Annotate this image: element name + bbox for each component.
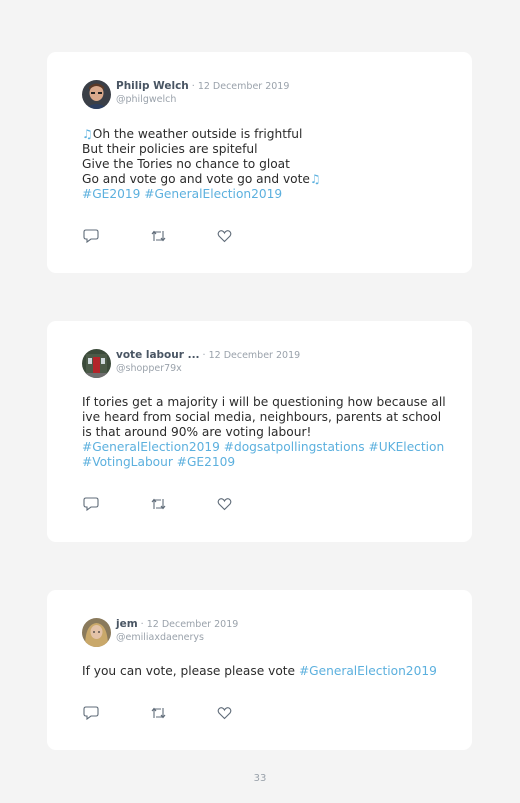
tweet-text: ♫Oh the weather outside is frightful But… <box>82 127 442 202</box>
tweet-text: If tories get a majority i will be quest… <box>82 395 446 470</box>
reply-button[interactable] <box>83 706 150 722</box>
tweet-actions <box>83 706 284 722</box>
retweet-icon <box>151 230 166 242</box>
tweet-line: Give the Tories no chance to gloat <box>82 157 290 171</box>
reply-icon <box>83 229 99 243</box>
retweet-button[interactable] <box>150 706 217 722</box>
like-button[interactable] <box>217 229 284 245</box>
avatar[interactable] <box>82 618 111 647</box>
tweet-line-text: Go and vote go and vote go and vote <box>82 172 310 186</box>
page-number: 33 <box>253 773 267 784</box>
like-button[interactable] <box>217 706 284 722</box>
like-icon <box>217 707 232 720</box>
tweet-line: Go and vote go and vote go and vote♫ <box>82 172 442 187</box>
author-handle[interactable]: @shopper79x <box>116 363 300 375</box>
author-name[interactable]: Philip Welch <box>116 79 189 93</box>
like-icon <box>217 498 232 511</box>
tweet-line: But their policies are spiteful <box>82 142 258 156</box>
tweet-header: vote labour ... · 12 December 2019 @shop… <box>82 348 300 378</box>
retweet-icon <box>151 498 166 510</box>
hashtag[interactable]: #GeneralElection2019 <box>299 664 437 678</box>
tweet-card: Philip Welch · 12 December 2019 @philgwe… <box>47 52 472 273</box>
tweet-line: If tories get a majority i will be quest… <box>82 395 446 409</box>
tweet-line: ♫Oh the weather outside is frightful <box>82 127 442 142</box>
tweet-header: Philip Welch · 12 December 2019 @philgwe… <box>82 79 289 109</box>
tweet-line-text: If you can vote, please please vote <box>82 664 299 678</box>
author-name[interactable]: vote labour ... <box>116 348 200 362</box>
music-note-icon: ♫ <box>82 127 93 141</box>
reply-button[interactable] <box>83 497 150 513</box>
like-icon <box>217 230 232 243</box>
tweet-card: jem · 12 December 2019 @emiliaxdaenerys … <box>47 590 472 750</box>
tweet-actions <box>83 497 284 513</box>
retweet-button[interactable] <box>150 229 217 245</box>
tweet-date[interactable]: · 12 December 2019 <box>192 80 290 94</box>
avatar[interactable] <box>82 349 111 378</box>
tweet-date[interactable]: · 12 December 2019 <box>141 618 239 632</box>
like-button[interactable] <box>217 497 284 513</box>
hashtags[interactable]: #GeneralElection2019 #dogsatpollingstati… <box>82 440 444 455</box>
tweet-actions <box>83 229 284 245</box>
tweet-line: is that around 90% are voting labour! <box>82 425 312 439</box>
tweet-header: jem · 12 December 2019 @emiliaxdaenerys <box>82 617 238 647</box>
reply-button[interactable] <box>83 229 150 245</box>
hashtags[interactable]: #GE2019 #GeneralElection2019 <box>82 187 442 202</box>
tweet-line: ive heard from social media, neighbours,… <box>82 410 442 424</box>
tweet-line: If you can vote, please please vote #Gen… <box>82 664 442 679</box>
tweet-line-text: Oh the weather outside is frightful <box>92 127 303 141</box>
retweet-icon <box>151 707 166 719</box>
tweet-date[interactable]: · 12 December 2019 <box>203 349 301 363</box>
retweet-button[interactable] <box>150 497 217 513</box>
reply-icon <box>83 706 99 720</box>
tweet-card: vote labour ... · 12 December 2019 @shop… <box>47 321 472 542</box>
author-handle[interactable]: @emiliaxdaenerys <box>116 632 238 644</box>
author-handle[interactable]: @philgwelch <box>116 94 289 106</box>
avatar[interactable] <box>82 80 111 109</box>
tweet-text: If you can vote, please please vote #Gen… <box>82 664 442 679</box>
author-name[interactable]: jem <box>116 617 138 631</box>
music-note-icon: ♫ <box>309 172 321 186</box>
hashtags[interactable]: #VotingLabour #GE2109 <box>82 455 442 470</box>
reply-icon <box>83 497 99 511</box>
